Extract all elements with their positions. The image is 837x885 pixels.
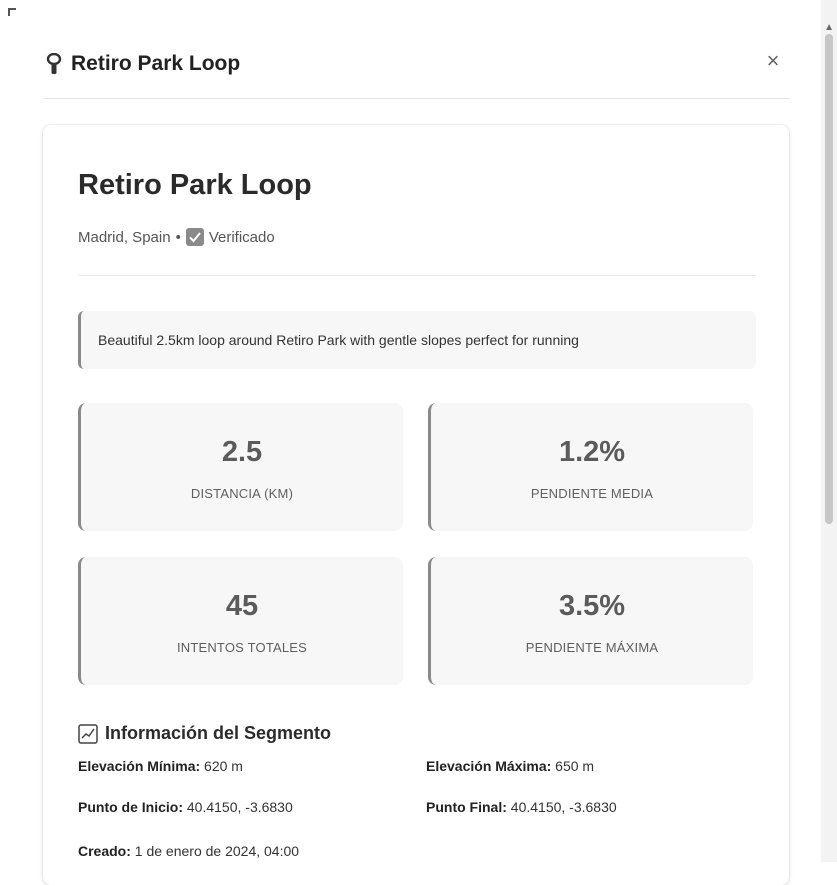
stat-label: INTENTOS TOTALES bbox=[176, 640, 308, 655]
window-corner-mark bbox=[8, 8, 16, 16]
segment-description: Beautiful 2.5km loop around Retiro Park … bbox=[78, 311, 756, 369]
chart-icon bbox=[78, 723, 98, 744]
info-label: Punto Final: bbox=[426, 799, 507, 815]
scroll-up-arrow-icon[interactable]: ▲ bbox=[824, 22, 834, 33]
info-label: Punto de Inicio: bbox=[78, 799, 183, 815]
segment-title: Retiro Park Loop bbox=[78, 169, 312, 201]
info-end-point: Punto Final: 40.4150, -3.6830 bbox=[426, 799, 617, 815]
segment-location: Madrid, Spain bbox=[78, 228, 171, 246]
info-label: Elevación Máxima: bbox=[426, 758, 552, 774]
stat-card-max-grade: 3.5% PENDIENTE MÁXIMA bbox=[428, 557, 753, 685]
stat-label: PENDIENTE MÁXIMA bbox=[525, 640, 659, 655]
info-start-point: Punto de Inicio: 40.4150, -3.6830 bbox=[78, 799, 293, 815]
title-divider bbox=[78, 275, 756, 276]
info-created: Creado: 1 de enero de 2024, 04:00 bbox=[78, 843, 299, 859]
scrollbar[interactable]: ▲ bbox=[821, 0, 837, 862]
scrollbar-thumb[interactable] bbox=[825, 34, 833, 524]
info-max-elevation: Elevación Máxima: 650 m bbox=[426, 758, 594, 774]
info-value: 40.4150, -3.6830 bbox=[510, 799, 617, 815]
close-button[interactable]: × bbox=[762, 49, 784, 73]
segment-card: Retiro Park Loop Madrid, Spain • Verific… bbox=[43, 125, 789, 885]
stat-value: 45 bbox=[225, 590, 259, 622]
verified-label: Verificado bbox=[208, 228, 275, 246]
info-value: 650 m bbox=[555, 758, 595, 774]
stat-card-average-grade: 1.2% PENDIENTE MEDIA bbox=[428, 403, 753, 531]
modal-header: Retiro Park Loop × bbox=[44, 38, 790, 99]
modal-title: Retiro Park Loop bbox=[71, 52, 241, 75]
segment-meta: Madrid, Spain • Verificado bbox=[78, 228, 275, 246]
stat-value: 3.5% bbox=[558, 590, 626, 622]
pin-icon bbox=[46, 53, 62, 74]
info-label: Creado: bbox=[78, 843, 131, 859]
stat-value: 2.5 bbox=[221, 436, 263, 468]
info-value: 620 m bbox=[204, 758, 243, 774]
info-min-elevation: Elevación Mínima: 620 m bbox=[78, 758, 243, 774]
stat-card-distance: 2.5 DISTANCIA (KM) bbox=[78, 403, 403, 531]
stat-label: DISTANCIA (KM) bbox=[190, 486, 294, 501]
stat-value: 1.2% bbox=[558, 436, 626, 468]
verified-check-icon bbox=[185, 228, 204, 246]
stat-card-total-attempts: 45 INTENTOS TOTALES bbox=[78, 557, 403, 685]
info-value: 1 de enero de 2024, 04:00 bbox=[134, 843, 300, 859]
segment-info-heading-text: Información del Segmento bbox=[105, 723, 332, 743]
info-label: Elevación Mínima: bbox=[78, 758, 201, 774]
stat-label: PENDIENTE MEDIA bbox=[530, 486, 654, 501]
info-value: 40.4150, -3.6830 bbox=[186, 799, 293, 815]
segment-info-heading: Información del Segmento bbox=[78, 723, 331, 744]
meta-separator: • bbox=[175, 228, 181, 246]
